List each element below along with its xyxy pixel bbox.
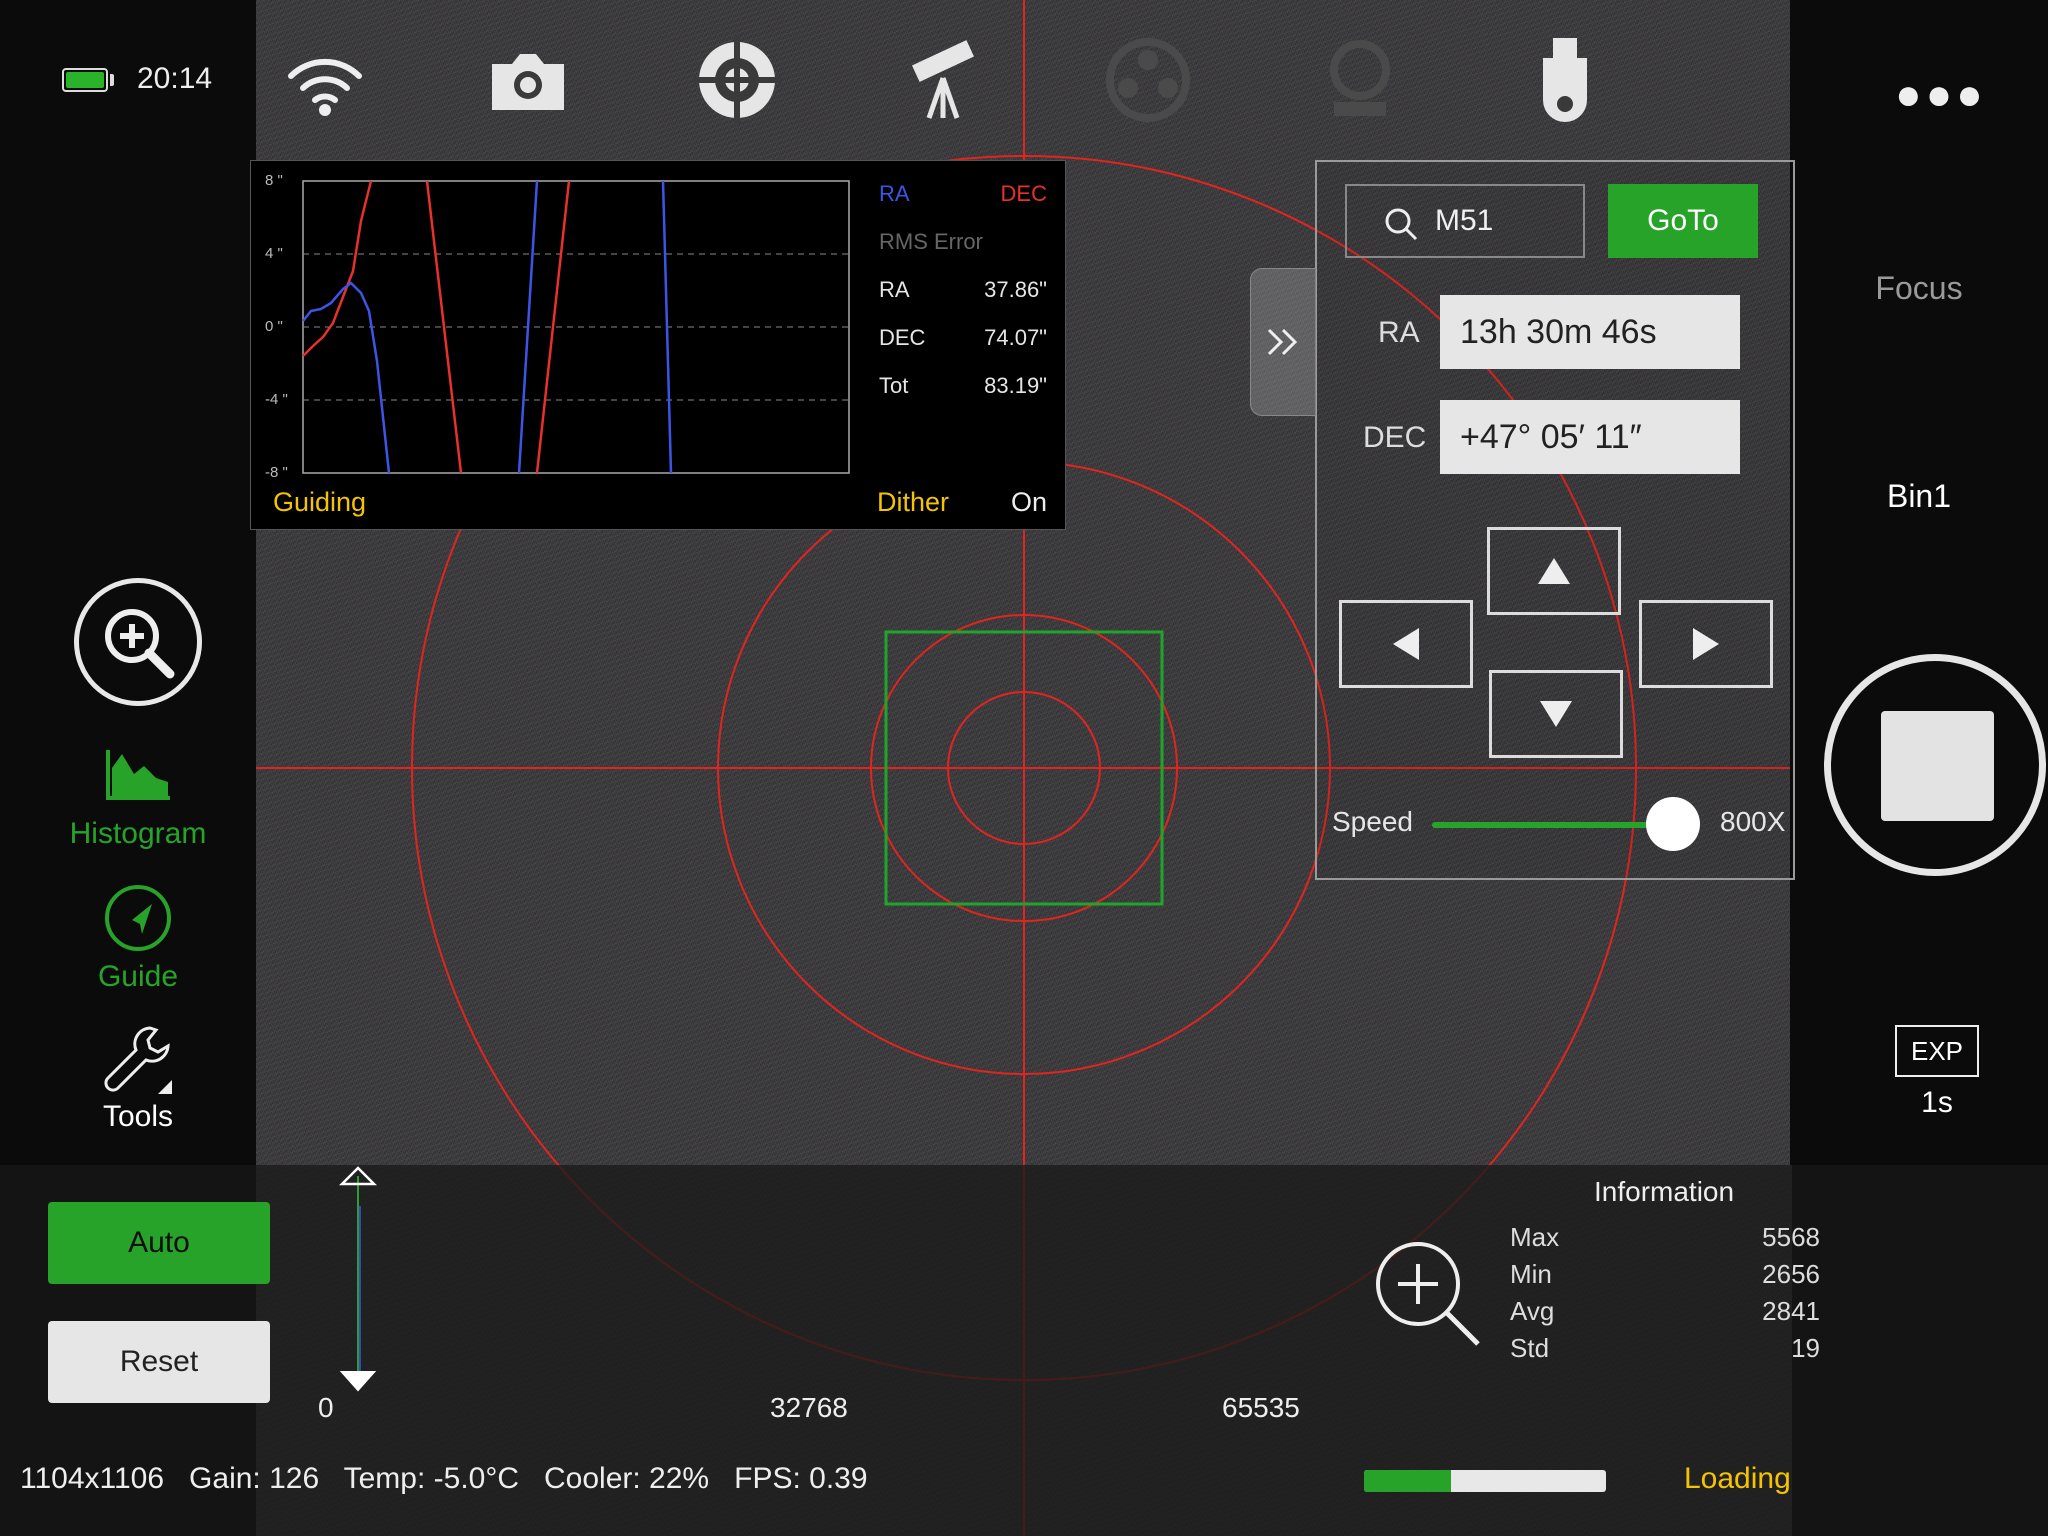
speed-slider-track[interactable] [1432, 822, 1672, 828]
hist-axis-max: 65535 [1222, 1392, 1300, 1423]
stat-value: 2841 [1762, 1296, 1820, 1326]
usb-drive-icon[interactable] [1515, 30, 1615, 130]
move-right-button[interactable] [1639, 600, 1773, 688]
camera-icon[interactable] [478, 30, 578, 130]
rms-title: RMS Error [879, 229, 983, 254]
speed-label: Speed [1332, 806, 1413, 837]
clock: 20:14 [137, 62, 213, 95]
gain: Gain: 126 [189, 1462, 320, 1495]
cooler: Cooler: 22% [544, 1462, 710, 1495]
auto-stretch-button[interactable]: Auto [48, 1202, 270, 1284]
move-down-button[interactable] [1489, 670, 1623, 758]
arrow-down-icon [1540, 701, 1572, 727]
legend-dec: DEC [1000, 181, 1047, 206]
zoom-in-icon[interactable] [1370, 1236, 1482, 1348]
telescope-icon[interactable] [893, 30, 993, 130]
stat-label: Min [1510, 1259, 1552, 1289]
dither-toggle[interactable]: On [977, 487, 1047, 518]
guide-icon[interactable] [102, 882, 174, 954]
legend-ra: RA [879, 181, 910, 206]
guide-tab[interactable]: Guide [10, 960, 266, 994]
fps: FPS: 0.39 [734, 1462, 868, 1495]
dec-series [425, 180, 463, 474]
bin-button[interactable]: Bin1 [1790, 478, 2048, 515]
exposure-label[interactable]: EXP [1895, 1025, 1979, 1077]
rms-value: 83.19" [984, 373, 1047, 398]
y-tick: -8 " [265, 464, 288, 481]
reset-button[interactable]: Reset [48, 1321, 270, 1403]
arrow-right-icon [1693, 628, 1719, 660]
right-panel [1790, 0, 2048, 1165]
histogram-plot [338, 1166, 378, 1392]
black-point-handle [339, 1371, 377, 1392]
ra-label: RA [1378, 316, 1420, 349]
histogram-icon[interactable] [104, 748, 172, 802]
focuser-icon[interactable] [1310, 30, 1410, 130]
zoom-in-icon [105, 609, 175, 679]
y-tick: -4 " [265, 391, 288, 408]
tools-tab[interactable]: Tools [10, 1100, 266, 1134]
stat-value: 2656 [1762, 1259, 1820, 1289]
move-left-button[interactable] [1339, 600, 1473, 688]
dither-label: Dither [877, 487, 950, 517]
guiding-graph: 8 " 4 " 0 " -4 " -8 " [265, 172, 850, 481]
histogram-tab[interactable]: Histogram [10, 817, 266, 851]
rms-label: DEC [879, 325, 926, 350]
search-icon [1385, 208, 1418, 241]
exposure-value[interactable]: 1s [1895, 1086, 1979, 1120]
more-menu-button[interactable]: ●●● [1895, 70, 1987, 120]
rms-label: RA [879, 277, 910, 302]
ra-series [302, 281, 391, 474]
y-tick: 8 " [265, 172, 283, 189]
dec-series [302, 180, 373, 357]
speed-slider-knob[interactable] [1646, 797, 1700, 851]
mount-panel [1315, 160, 1795, 880]
hist-axis-mid: 32768 [770, 1392, 848, 1423]
stat-label: Std [1510, 1333, 1550, 1363]
filter-wheel-icon[interactable] [1098, 30, 1198, 130]
loading-progress-bar [1364, 1470, 1606, 1492]
dec-series [535, 180, 571, 474]
battery-tip [110, 74, 114, 86]
battery-icon [62, 68, 108, 92]
arrow-up-icon [1538, 558, 1570, 584]
loading-label: Loading [1684, 1462, 1791, 1495]
target-search-input[interactable]: M51 [1345, 184, 1585, 258]
hist-axis-min: 0 [318, 1392, 334, 1423]
stat-value: 19 [1791, 1333, 1820, 1363]
rms-value: 37.86" [984, 277, 1047, 302]
goto-button[interactable]: GoTo [1608, 184, 1758, 258]
rms-label: Tot [879, 373, 909, 398]
resolution: 1104x1106 [20, 1462, 165, 1495]
rms-value: 74.07" [984, 325, 1047, 350]
crosshair-icon[interactable] [687, 30, 787, 130]
double-chevron-right-icon [1267, 328, 1298, 356]
camera-status-line: 1104x1106 Gain: 126 Temp: -5.0°C Cooler:… [20, 1462, 868, 1496]
search-value: M51 [1435, 204, 1494, 237]
focus-button[interactable]: Focus [1790, 270, 2048, 307]
move-up-button[interactable] [1487, 527, 1621, 615]
stop-icon[interactable] [1881, 711, 1994, 821]
y-tick: 4 " [265, 245, 283, 262]
stat-label: Max [1510, 1222, 1560, 1252]
loading-progress-fill [1364, 1470, 1452, 1492]
zoom-button[interactable] [74, 578, 202, 706]
wrench-icon[interactable] [102, 1022, 174, 1094]
ra-field[interactable]: 13h 30m 46s [1440, 295, 1740, 369]
speed-value: 800X [1720, 806, 1786, 837]
temperature: Temp: -5.0°C [343, 1462, 519, 1495]
dec-label: DEC [1363, 421, 1427, 454]
collapse-panel-button[interactable] [1250, 268, 1316, 416]
y-tick: 0 " [265, 318, 283, 335]
dec-field[interactable]: +47° 05′ 11″ [1440, 400, 1740, 474]
guiding-panel: 8 " 4 " 0 " -4 " -8 " RA DEC RMS Error R… [250, 160, 1066, 530]
guiding-status: Guiding [273, 487, 367, 517]
wifi-icon[interactable] [275, 30, 375, 130]
information-title: Information [1594, 1176, 1735, 1207]
stat-label: Avg [1510, 1296, 1555, 1326]
stat-value: 5568 [1762, 1222, 1820, 1252]
arrow-left-icon [1393, 628, 1419, 660]
